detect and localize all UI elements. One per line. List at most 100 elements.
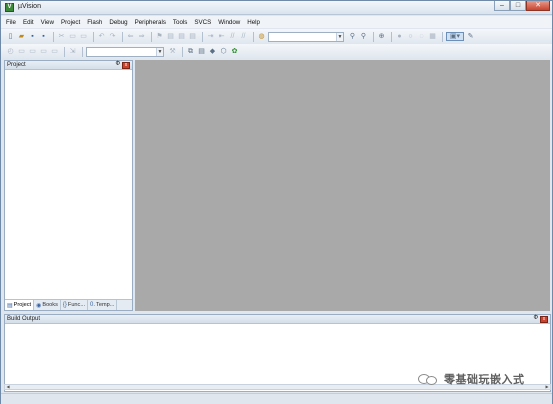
- watermark-text: 零基础玩嵌入式: [444, 373, 525, 386]
- target-options-icon[interactable]: ⚒: [168, 47, 177, 56]
- functions-icon: {}: [62, 302, 67, 308]
- toolbar-separator: [391, 31, 392, 42]
- download-icon[interactable]: ⇲: [68, 47, 77, 56]
- cut-icon[interactable]: ✂: [57, 32, 66, 41]
- prev-bookmark-icon[interactable]: ▤: [166, 32, 175, 41]
- copy-icon[interactable]: ▭: [68, 32, 77, 41]
- kill-breakpoints-icon[interactable]: ◌: [417, 32, 426, 41]
- paste-icon[interactable]: ▭: [79, 32, 88, 41]
- scroll-left-icon[interactable]: ◀: [5, 385, 11, 389]
- rte-check-icon[interactable]: ✿: [230, 47, 239, 56]
- menu-edit[interactable]: Edit: [23, 19, 34, 26]
- debug-session-icon[interactable]: ⊕: [377, 32, 386, 41]
- bookmark-icon[interactable]: ⚑: [155, 32, 164, 41]
- toolbar-separator: [182, 46, 183, 57]
- chevron-down-icon[interactable]: ▼: [156, 47, 163, 56]
- pack-installer-icon[interactable]: ◆: [208, 47, 217, 56]
- pin-icon[interactable]: Ф: [115, 61, 120, 67]
- uncomment-icon[interactable]: //: [239, 32, 248, 41]
- next-bookmark-icon[interactable]: ▤: [177, 32, 186, 41]
- file-toolbar: ▯ ▰ ▪ ▪ ✂ ▭ ▭ ↶ ↷ ⇐ ⇒ ⚑ ▤ ▤ ▤ ⇥ ⇤ // // …: [1, 29, 552, 44]
- watermark: 零基础玩嵌入式: [418, 370, 525, 388]
- minimize-button[interactable]: –: [494, 1, 510, 11]
- undo-icon[interactable]: ↶: [97, 32, 106, 41]
- open-folder-icon[interactable]: ▰: [17, 32, 26, 41]
- window-title: µVision: [18, 3, 41, 10]
- tab-label: Func...: [67, 302, 86, 308]
- tab-templates[interactable]: 0. Temp...: [88, 300, 118, 310]
- status-bar: [1, 393, 552, 404]
- toolbar-separator: [53, 31, 54, 42]
- translate-icon[interactable]: ◴: [6, 47, 15, 56]
- toolbar-separator: [373, 31, 374, 42]
- menu-window[interactable]: Window: [218, 19, 240, 26]
- save-all-icon[interactable]: ▪: [39, 32, 48, 41]
- menu-peripherals[interactable]: Peripherals: [135, 19, 166, 26]
- toolbar-separator: [122, 31, 123, 42]
- new-file-icon[interactable]: ▯: [6, 32, 15, 41]
- menu-tools[interactable]: Tools: [173, 19, 187, 26]
- run-time-env-icon[interactable]: ⬡: [219, 47, 228, 56]
- menu-view[interactable]: View: [41, 19, 54, 26]
- configure-icon[interactable]: ✎: [466, 32, 475, 41]
- scroll-right-icon[interactable]: ▶: [544, 385, 550, 389]
- clear-bookmarks-icon[interactable]: ▤: [188, 32, 197, 41]
- toolbar-separator: [64, 46, 65, 57]
- menu-bar: File Edit View Project Flash Debug Perip…: [1, 16, 552, 28]
- select-packs-icon[interactable]: ▤: [197, 47, 206, 56]
- tab-functions[interactable]: {} Func...: [61, 300, 89, 310]
- build-toolbar: ◴ ▭ ▭ ▭ ▭ ⇲ ▼ ⚒ ⧉ ▤ ◆ ⬡ ✿: [1, 44, 552, 59]
- stop-build-icon[interactable]: ▭: [50, 47, 59, 56]
- build-output-header[interactable]: Build Output Ф x: [5, 315, 550, 324]
- tab-label: Project: [13, 302, 32, 308]
- maximize-button[interactable]: □: [510, 1, 526, 11]
- project-pane: Project Ф x ▤ Project ◉ Books {} Func...…: [4, 60, 133, 311]
- project-tree[interactable]: [5, 70, 132, 300]
- menu-flash[interactable]: Flash: [87, 19, 102, 26]
- tab-project[interactable]: ▤ Project: [5, 300, 35, 310]
- target-select[interactable]: ▼: [86, 46, 164, 57]
- batch-build-icon[interactable]: ▭: [39, 47, 48, 56]
- project-pane-header[interactable]: Project Ф x: [5, 61, 132, 70]
- tab-books[interactable]: ◉ Books: [34, 300, 61, 310]
- indent-icon[interactable]: ⇥: [206, 32, 215, 41]
- comment-icon[interactable]: //: [228, 32, 237, 41]
- pin-icon[interactable]: Ф: [533, 315, 538, 321]
- uvision-app-icon: V: [5, 3, 14, 12]
- tab-label: Books: [42, 302, 58, 308]
- chevron-down-icon[interactable]: ▼: [336, 32, 343, 41]
- window-controls: – □ ✕: [494, 1, 550, 12]
- find-icon[interactable]: ⚲: [348, 32, 357, 41]
- project-pane-tabs: ▤ Project ◉ Books {} Func... 0. Temp...: [5, 299, 132, 310]
- breakpoints-window-icon[interactable]: ▦: [428, 32, 437, 41]
- menu-svcs[interactable]: SVCS: [194, 19, 211, 26]
- redo-icon[interactable]: ↷: [108, 32, 117, 41]
- tab-label: Temp...: [96, 302, 115, 308]
- manage-components-icon[interactable]: ⧉: [186, 47, 195, 56]
- menu-project[interactable]: Project: [61, 19, 80, 26]
- toolbar-separator: [151, 31, 152, 42]
- menu-debug[interactable]: Debug: [109, 19, 127, 26]
- books-icon: ◉: [36, 302, 42, 309]
- rebuild-icon[interactable]: ▭: [28, 47, 37, 56]
- editor-area[interactable]: [135, 60, 550, 311]
- close-window-button[interactable]: ✕: [526, 1, 550, 11]
- close-pane-button[interactable]: x: [122, 62, 130, 69]
- navigate-back-icon[interactable]: ⇐: [126, 32, 135, 41]
- navigate-forward-icon[interactable]: ⇒: [137, 32, 146, 41]
- save-icon[interactable]: ▪: [28, 32, 37, 41]
- close-pane-button[interactable]: x: [540, 316, 548, 323]
- unindent-icon[interactable]: ⇤: [217, 32, 226, 41]
- templates-icon: 0.: [90, 302, 96, 308]
- title-bar[interactable]: V µVision – □ ✕: [1, 1, 552, 15]
- breakpoint-icon[interactable]: ●: [395, 32, 404, 41]
- menu-help[interactable]: Help: [247, 19, 260, 26]
- incremental-find-icon[interactable]: ⚲: [359, 32, 368, 41]
- build-icon[interactable]: ▭: [17, 47, 26, 56]
- window-layout-icon[interactable]: ▣▾: [446, 32, 464, 41]
- disable-breakpoint-icon[interactable]: ○: [406, 32, 415, 41]
- find-combo[interactable]: ▼: [268, 31, 344, 42]
- menu-file[interactable]: File: [6, 19, 16, 26]
- find-in-files-icon[interactable]: ◍: [257, 32, 266, 41]
- project-icon: ▤: [7, 302, 13, 309]
